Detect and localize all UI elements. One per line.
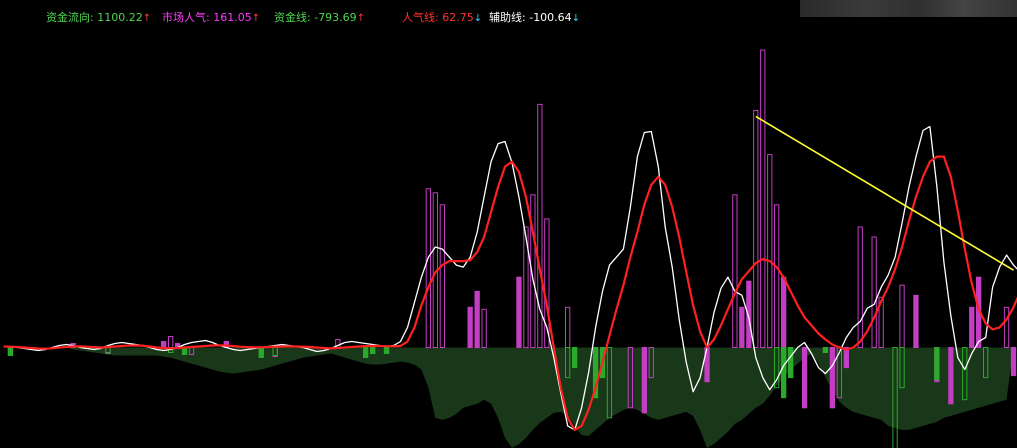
capital-flow-bar	[781, 347, 787, 399]
capital-flow-bar	[370, 347, 376, 354]
capital-flow-bar	[383, 347, 390, 354]
popularity-bar	[1010, 347, 1017, 377]
legend-value: -100.64	[529, 11, 572, 24]
capital-flow-bar	[258, 347, 264, 358]
popularity-bar	[781, 276, 787, 349]
popularity-bar	[1003, 306, 1010, 348]
legend-value: 1100.22	[97, 11, 143, 24]
popularity-bar	[774, 204, 780, 348]
popularity-bar	[760, 49, 766, 348]
down-arrow-icon: ↓	[473, 13, 483, 24]
legend-item-capital-line: 资金线: -793.69↑	[274, 11, 366, 24]
capital-line-area-path	[3, 347, 1014, 448]
trend-line	[755, 115, 1014, 271]
legend-item-auxiliary-line: 辅助线: -100.64↓	[489, 11, 581, 24]
legend-label: 人气线	[402, 11, 435, 24]
popularity-bar	[425, 188, 432, 349]
legend-item-market-popularity: 市场人气: 161.05↑	[162, 11, 261, 24]
popularity-bar	[913, 294, 919, 348]
legend-label: 辅助线	[489, 11, 522, 24]
popularity-bar	[857, 226, 863, 349]
up-arrow-icon: ↑	[142, 13, 152, 24]
popularity-bar	[829, 347, 836, 409]
down-arrow-icon: ↓	[571, 13, 581, 24]
popularity-bar	[168, 336, 174, 349]
capital-line-area	[3, 347, 1014, 448]
capital-flow-bar	[7, 347, 14, 356]
popularity-bar	[516, 276, 522, 349]
up-arrow-icon: ↑	[356, 13, 366, 24]
popularity-bar	[474, 290, 480, 349]
chart-legend: 资金流向: 1100.22↑ 市场人气: 161.05↑ 资金线: -793.6…	[0, 9, 1017, 27]
popularity-bar	[969, 306, 975, 348]
popularity-bar	[801, 347, 808, 409]
popularity-bar	[732, 194, 738, 348]
popularity-bar	[739, 306, 745, 348]
capital-flow-bar	[934, 347, 940, 381]
capital-flow-bar	[788, 347, 794, 379]
popularity-bar	[467, 306, 473, 348]
legend-label: 市场人气	[162, 11, 206, 24]
popularity-bar	[641, 347, 648, 414]
legend-value: 161.05	[213, 11, 252, 24]
popularity-bar	[767, 154, 773, 348]
legend-item-capital-flow: 资金流向: 1100.22↑	[46, 11, 152, 24]
legend-item-popularity-line: 人气线: 62.75↓	[402, 11, 483, 24]
legend-label: 资金线	[274, 11, 307, 24]
indicator-chart	[3, 49, 1017, 448]
popularity-bar	[439, 204, 446, 348]
legend-label: 资金流向	[46, 11, 90, 24]
popularity-bar	[871, 236, 877, 348]
capital-flow-bar	[572, 347, 578, 369]
popularity-bar	[899, 284, 905, 349]
capital-flow-bar	[822, 347, 829, 353]
popularity-bar	[753, 109, 759, 349]
legend-value: 62.75	[442, 11, 474, 24]
up-arrow-icon: ↑	[251, 13, 261, 24]
popularity-bar	[161, 341, 167, 348]
popularity-bar	[948, 347, 954, 405]
capital-flow-bar	[363, 347, 369, 358]
popularity-bar	[481, 308, 487, 348]
popularity-bar	[565, 306, 571, 348]
legend-value: -793.69	[314, 11, 357, 24]
